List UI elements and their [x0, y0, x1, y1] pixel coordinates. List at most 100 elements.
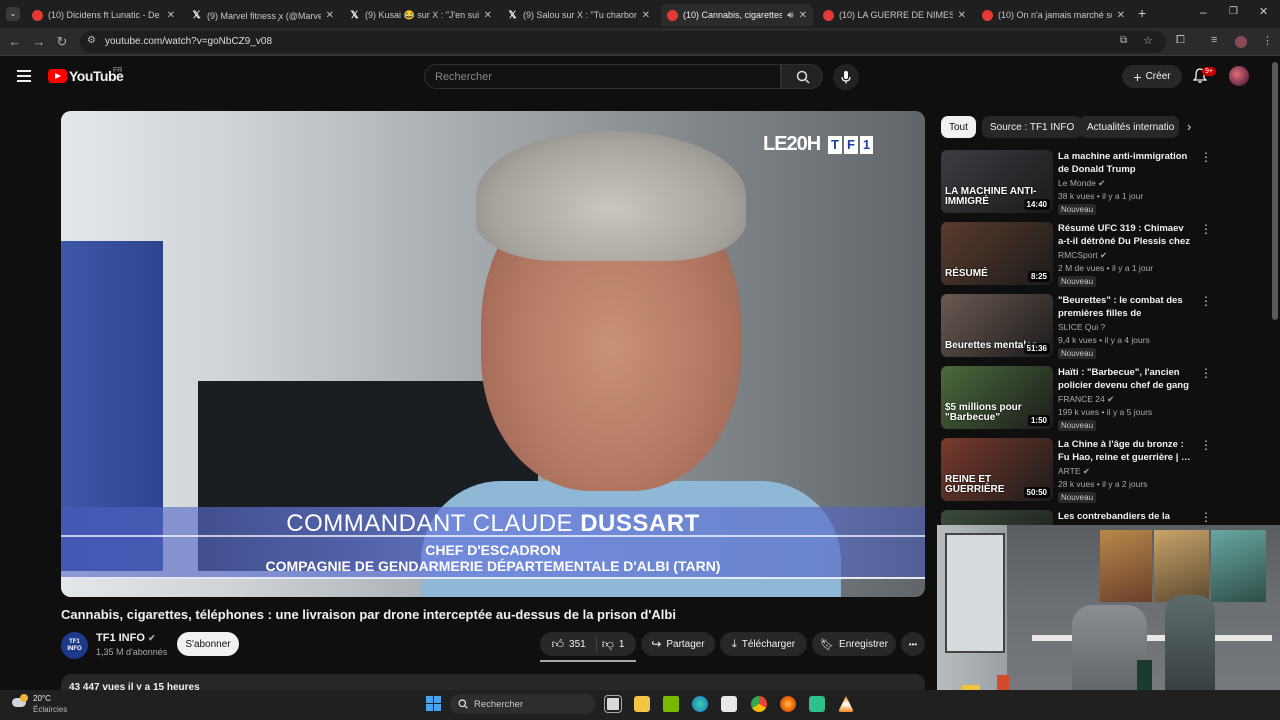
more-actions-button[interactable]: •••	[901, 632, 925, 656]
discord-icon[interactable]	[809, 696, 825, 712]
tab-close-icon[interactable]: ✕	[484, 10, 492, 21]
tab-audio-icon[interactable]: 🔊︎	[787, 10, 793, 21]
tab-close-icon[interactable]: ✕	[799, 10, 807, 21]
browser-tab[interactable]: (10) Dicidens ft Lunatic - De la… ✕	[26, 4, 181, 26]
recommended-title[interactable]: Haïti : "Barbecue", l'ancien policier de…	[1058, 366, 1194, 392]
chip-international[interactable]: Actualités internatio	[1079, 116, 1179, 138]
bookmark-star-icon[interactable]: ☆	[1143, 34, 1153, 47]
voice-search-button[interactable]	[833, 64, 859, 90]
search-input[interactable]	[435, 69, 755, 85]
recommended-video[interactable]: REINE ET GUERRIÈRE 50:50 La Chine à l'âge …	[941, 438, 1212, 504]
video-thumbnail[interactable]: Beurettes mentales 51:36	[941, 294, 1053, 357]
extensions-icon[interactable]: ⧠	[1176, 34, 1185, 47]
file-explorer-icon[interactable]	[634, 696, 650, 712]
search-button[interactable]	[781, 64, 823, 89]
dislike-button[interactable]: 👎︎ 1	[602, 637, 625, 652]
weather-icon[interactable]	[12, 694, 32, 710]
profile-icon[interactable]	[1235, 36, 1247, 48]
video-player[interactable]: LE20H T F 1 COMMANDANT CLAUDE DUSSART CH…	[61, 111, 925, 597]
share-button[interactable]: ↪ Partager	[641, 632, 715, 656]
tab-close-icon[interactable]: ✕	[958, 10, 966, 21]
recommended-channel-name[interactable]: Le Monde	[1058, 178, 1096, 188]
chrome-icon[interactable]	[751, 696, 767, 712]
account-avatar[interactable]	[1229, 66, 1249, 86]
video-thumbnail[interactable]: $5 millions pour "Barbecue" 1:50	[941, 366, 1053, 429]
recommended-channel-name[interactable]: ARTE	[1058, 466, 1081, 476]
taskbar-search[interactable]: Rechercher	[450, 694, 595, 714]
browser-tab[interactable]: 𝕏 (9) Marvel fitness ꭗ (@Marvel_… ✕	[185, 4, 340, 26]
browser-tab[interactable]: (10) On n'a jamais marché sur l… ✕	[976, 4, 1131, 26]
recommended-video[interactable]: $5 millions pour "Barbecue" 1:50 Haïti : "…	[941, 366, 1212, 432]
tab-close-icon[interactable]: ✕	[167, 10, 175, 21]
tab-search-button[interactable]: ⌄	[6, 7, 20, 21]
back-icon[interactable]: ←	[7, 34, 23, 49]
video-thumbnail[interactable]: REINE ET GUERRIÈRE 50:50	[941, 438, 1053, 501]
install-app-icon[interactable]: ⧉	[1120, 35, 1127, 46]
recommended-channel[interactable]: Le Monde ✔	[1058, 178, 1105, 189]
address-bar[interactable]: ⚙ youtube.com/watch?v=goNbCZ9_v08 ⧉ ☆	[80, 31, 1166, 53]
browser-tab[interactable]: (10) Cannabis, cigarettes, tc 🔊︎ ✕	[661, 4, 813, 26]
windows-start-icon[interactable]	[426, 696, 441, 711]
recommended-channel[interactable]: RMCSport ✔	[1058, 250, 1107, 261]
more-options-icon[interactable]: ⋮	[1200, 222, 1212, 236]
maximize-button[interactable]: ❐	[1229, 6, 1238, 17]
chip-source[interactable]: Source : TF1 INFO	[982, 116, 1083, 138]
youtube-logo-icon[interactable]	[48, 69, 67, 83]
recommended-title[interactable]: Résumé UFC 319 : Chimaev a-t-il détrôné …	[1058, 222, 1194, 248]
reading-list-icon[interactable]: ≡	[1211, 34, 1217, 46]
edge-icon[interactable]	[692, 696, 708, 712]
nvidia-icon[interactable]	[663, 696, 679, 712]
channel-avatar[interactable]: TF1 INFO	[61, 632, 88, 659]
menu-icon[interactable]	[17, 70, 31, 85]
recommended-title[interactable]: "Beurettes" : le combat des premières fi…	[1058, 294, 1194, 320]
more-options-icon[interactable]: ⋮	[1200, 366, 1212, 380]
video-thumbnail[interactable]: LA MACHINE ANTI-IMMIGRÉ 14:40	[941, 150, 1053, 213]
task-view-icon[interactable]	[604, 695, 622, 713]
recommended-video[interactable]: LA MACHINE ANTI-IMMIGRÉ 14:40 La machine a…	[941, 150, 1212, 216]
recommended-video[interactable]: Beurettes mentales 51:36 "Beurettes" : le …	[941, 294, 1212, 360]
site-info-icon[interactable]: ⚙	[87, 35, 96, 46]
download-button[interactable]: ⤓ Télécharger	[720, 632, 807, 656]
chips-next-icon[interactable]: ›	[1187, 119, 1191, 134]
recommended-channel[interactable]: ARTE ✔	[1058, 466, 1090, 477]
store-icon[interactable]	[721, 696, 737, 712]
reload-icon[interactable]: ↻	[54, 34, 70, 50]
recommended-channel[interactable]: FRANCE 24 ✔	[1058, 394, 1114, 405]
browser-tab[interactable]: (10) LA GUERRE DE NIMES, imm… ✕	[817, 4, 972, 26]
like-button[interactable]: 👍︎ 351	[552, 636, 597, 652]
firefox-icon[interactable]	[780, 696, 796, 712]
tab-close-icon[interactable]: ✕	[326, 10, 334, 21]
weather-temperature[interactable]: 20°C	[33, 694, 51, 703]
tab-close-icon[interactable]: ✕	[1117, 10, 1125, 21]
scrollbar[interactable]	[1272, 62, 1278, 320]
recommended-channel-name[interactable]: RMCSport	[1058, 250, 1098, 260]
minimize-button[interactable]: –	[1200, 5, 1207, 19]
recommended-channel[interactable]: SLICE Qui ?	[1058, 322, 1105, 332]
new-tab-button[interactable]: +	[1138, 5, 1146, 21]
url-text[interactable]: youtube.com/watch?v=goNbCZ9_v08	[105, 36, 272, 47]
recommended-title[interactable]: La machine anti-immigration de Donald Tr…	[1058, 150, 1194, 176]
channel-name[interactable]: TF1 INFO ✔	[96, 632, 156, 644]
create-button[interactable]: + Créer	[1122, 65, 1182, 88]
more-options-icon[interactable]: ⋮	[1200, 150, 1212, 164]
channel-name-text[interactable]: TF1 INFO	[96, 632, 145, 644]
tab-close-icon[interactable]: ✕	[642, 10, 650, 21]
weather-description[interactable]: Éclaircies	[33, 705, 67, 714]
recommended-channel-name[interactable]: FRANCE 24	[1058, 394, 1105, 404]
browser-tab[interactable]: 𝕏 (9) Kusai 😂 sur X : "J'en suis a… ✕	[343, 4, 498, 26]
recommended-title[interactable]: La Chine à l'âge du bronze : Fu Hao, rei…	[1058, 438, 1194, 464]
more-options-icon[interactable]: ⋮	[1200, 294, 1212, 308]
subscribe-button[interactable]: S'abonner	[177, 632, 239, 656]
browser-tab[interactable]: 𝕏 (9) Salou sur X : "Tu charbonne… ✕	[501, 4, 656, 26]
more-options-icon[interactable]: ⋮	[1200, 510, 1212, 524]
more-options-icon[interactable]: ⋮	[1200, 438, 1212, 452]
chip-all[interactable]: Tout	[941, 116, 976, 138]
forward-icon[interactable]: →	[31, 34, 47, 49]
save-button[interactable]: 🔖︎ Enregistrer	[812, 632, 896, 656]
recommended-video[interactable]: RÉSUMÉ 8:25 Résumé UFC 319 : Chimaev a-t-i…	[941, 222, 1212, 288]
search-box[interactable]	[424, 64, 781, 89]
browser-menu-icon[interactable]: ⋮	[1262, 34, 1273, 47]
close-window-button[interactable]: ✕	[1259, 5, 1268, 18]
video-thumbnail[interactable]: RÉSUMÉ 8:25	[941, 222, 1053, 285]
recommended-channel-name[interactable]: SLICE Qui ?	[1058, 322, 1105, 332]
